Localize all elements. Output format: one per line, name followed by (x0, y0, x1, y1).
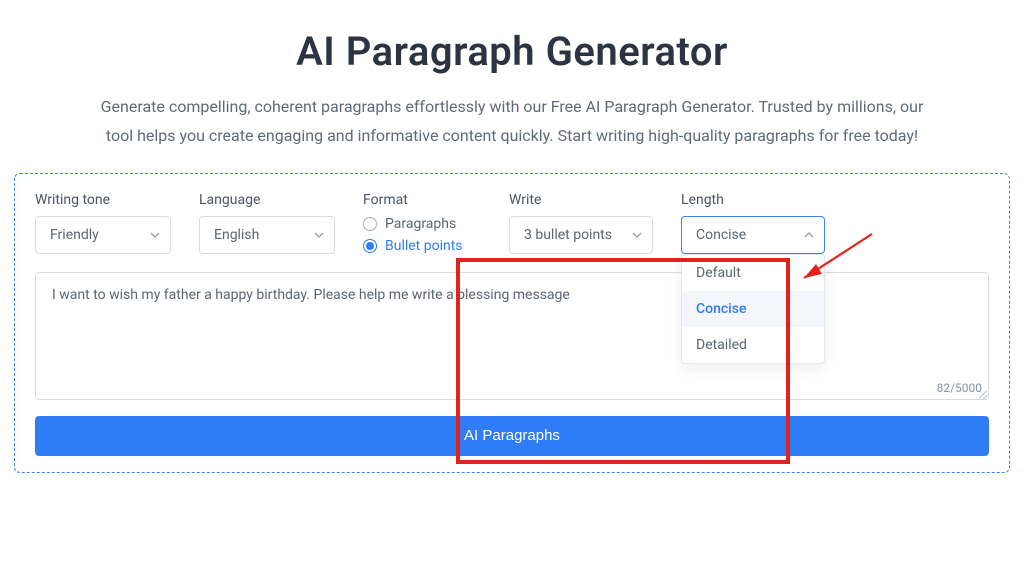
length-value: Concise (696, 227, 746, 243)
format-group: Format Paragraphs Bullet points (363, 192, 481, 254)
radio-icon (363, 217, 377, 231)
length-option-default[interactable]: Default (682, 255, 824, 291)
write-value: 3 bullet points (524, 227, 612, 243)
format-radio-paragraphs[interactable]: Paragraphs (363, 216, 481, 232)
generator-form: Writing tone Friendly Language English F… (14, 173, 1010, 473)
prompt-textarea[interactable]: I want to wish my father a happy birthda… (36, 273, 988, 399)
language-label: Language (199, 192, 335, 208)
page-title: AI Paragraph Generator (0, 28, 1024, 75)
radio-icon (363, 239, 377, 253)
format-label: Format (363, 192, 481, 208)
length-option-detailed[interactable]: Detailed (682, 327, 824, 363)
language-value: English (214, 227, 259, 243)
length-dropdown: Default Concise Detailed (681, 254, 825, 364)
chevron-down-icon (314, 230, 324, 240)
language-group: Language English (199, 192, 335, 254)
format-paragraphs-label: Paragraphs (385, 216, 456, 232)
length-option-concise[interactable]: Concise (682, 291, 824, 327)
language-select[interactable]: English (199, 216, 335, 254)
page-subtitle: Generate compelling, coherent paragraphs… (87, 93, 937, 151)
write-label: Write (509, 192, 653, 208)
format-bullets-label: Bullet points (385, 238, 463, 254)
tone-value: Friendly (50, 227, 99, 243)
length-group: Length Concise Default Concise Detailed (681, 192, 825, 254)
write-group: Write 3 bullet points (509, 192, 653, 254)
length-select[interactable]: Concise (681, 216, 825, 254)
tone-select[interactable]: Friendly (35, 216, 171, 254)
generate-button[interactable]: AI Paragraphs (35, 416, 989, 456)
tone-group: Writing tone Friendly (35, 192, 171, 254)
prompt-textarea-wrap: I want to wish my father a happy birthda… (35, 272, 989, 400)
controls-row: Writing tone Friendly Language English F… (35, 192, 989, 254)
resize-handle-icon[interactable] (975, 386, 987, 398)
chevron-down-icon (150, 230, 160, 240)
format-radio-bullets[interactable]: Bullet points (363, 238, 481, 254)
write-select[interactable]: 3 bullet points (509, 216, 653, 254)
chevron-down-icon (632, 230, 642, 240)
chevron-up-icon (804, 230, 814, 240)
tone-label: Writing tone (35, 192, 171, 208)
format-options: Paragraphs Bullet points (363, 216, 481, 254)
length-label: Length (681, 192, 825, 208)
